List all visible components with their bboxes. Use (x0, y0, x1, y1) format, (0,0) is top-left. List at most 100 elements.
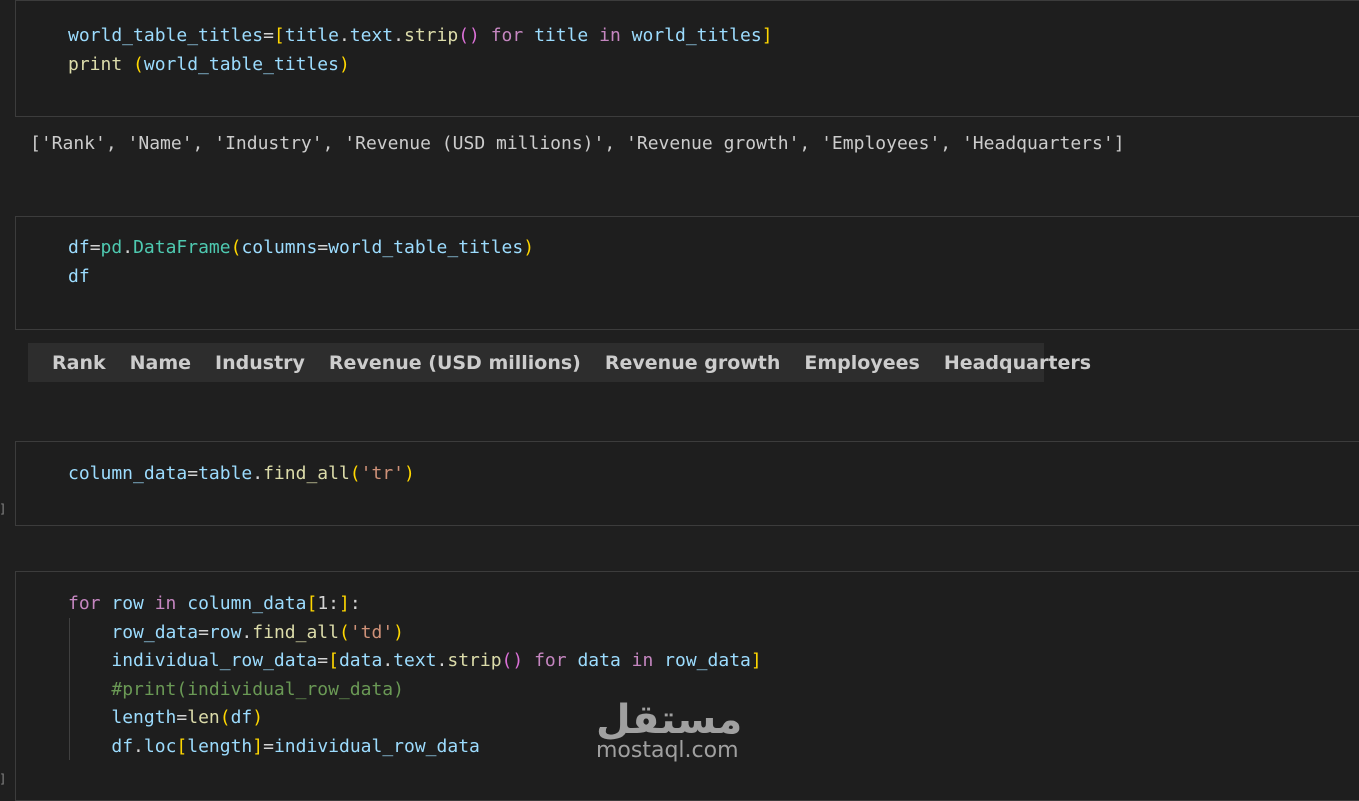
code-token: . (338, 25, 350, 46)
code-token: = (187, 463, 199, 484)
code-token: ) (252, 707, 264, 728)
code-cell-3[interactable]: column_data=table.find_all('tr') (15, 441, 1359, 526)
code-token: 'td' (349, 622, 394, 643)
code-token: [ (306, 593, 318, 614)
code-token: ) (523, 237, 535, 258)
code-token: . (133, 736, 144, 757)
code-token: row (208, 622, 242, 643)
code-token: [ (328, 650, 339, 671)
code-token: ] (750, 650, 762, 671)
code-token: ] (339, 593, 350, 614)
code-token: = (317, 650, 329, 671)
code-token: . (382, 650, 394, 671)
column-header-revenue-growth: Revenue growth (604, 351, 781, 374)
code-token: title (284, 25, 339, 46)
code-token: individual_row_data (111, 650, 318, 671)
code-token: DataFrame (133, 237, 231, 258)
code-line: df.loc[length]=individual_row_data (68, 737, 480, 757)
code-token: 'tr' (360, 463, 404, 484)
code-token: = (89, 237, 101, 258)
column-header-revenue: Revenue (USD millions) (328, 351, 581, 374)
code-token: ) (393, 622, 405, 643)
code-token: = (176, 707, 188, 728)
column-header-name: Name (129, 351, 192, 374)
code-token: strip (447, 650, 502, 671)
code-token: ) (338, 54, 350, 75)
code-token: print (68, 54, 123, 75)
code-token: find_all (252, 622, 339, 643)
code-token: find_all (263, 463, 350, 484)
watermark-latin: mostaql.com (596, 738, 739, 763)
code-token: length (111, 707, 177, 728)
code-token: data (577, 650, 621, 671)
code-token: row_data (111, 622, 199, 643)
code-token: column_data (68, 463, 188, 484)
code-line: print (world_table_titles) (68, 55, 350, 75)
code-token: #print(individual_row_data) (111, 679, 404, 700)
code-token: = (263, 736, 274, 757)
code-token: = (263, 25, 274, 46)
code-token: in (154, 593, 177, 614)
code-token: : (349, 593, 361, 614)
code-token: df (68, 237, 90, 258)
code-token: individual_row_data (273, 736, 480, 757)
code-line: row_data=row.find_all('td') (68, 623, 404, 643)
code-token: ( (338, 622, 350, 643)
code-token: df (68, 266, 90, 287)
column-header-employees: Employees (804, 351, 920, 374)
code-token: ( (230, 237, 242, 258)
code-token: in (631, 650, 654, 671)
watermark-arabic: مستقل (596, 697, 743, 743)
code-token: loc (143, 736, 177, 757)
code-token: world_titles (631, 25, 762, 46)
column-header-headquarters: Headquarters (943, 351, 1092, 374)
column-header-industry: Industry (215, 351, 305, 374)
code-token: row (111, 593, 144, 614)
cell-edge-marker: ] (0, 772, 5, 786)
dataframe-header: Rank Name Industry Revenue (USD millions… (28, 343, 1091, 382)
code-token: () (458, 25, 480, 46)
code-token: title (534, 25, 589, 46)
code-token: row_data (664, 650, 751, 671)
code-line: df=pd.DataFrame(columns=world_table_titl… (68, 238, 534, 258)
code-token: pd (100, 237, 123, 258)
code-token: . (436, 650, 448, 671)
code-token: world_table_titles (328, 237, 524, 258)
code-token: = (317, 237, 329, 258)
code-token: ) (404, 463, 415, 484)
code-token: column_data (187, 593, 307, 614)
code-cell-1[interactable]: world_table_titles=[title.text.strip() f… (15, 0, 1359, 117)
code-token: for (490, 25, 524, 46)
code-token: . (393, 25, 404, 46)
code-token: ( (349, 463, 361, 484)
code-line: individual_row_data=[data.text.strip() f… (68, 650, 762, 671)
code-token: strip (404, 25, 459, 46)
mostaql-watermark: مستقل mostaql.com (596, 700, 742, 764)
code-cell-2[interactable]: df=pd.DataFrame(columns=world_table_titl… (15, 216, 1359, 330)
code-cell-4[interactable]: for row in column_data[1:]: row_data=row… (15, 571, 1359, 801)
code-token: in (599, 25, 621, 46)
code-token: text (393, 650, 437, 671)
code-token: 1: (317, 593, 339, 614)
code-token: = (198, 622, 209, 643)
code-line: for row in column_data[1:]: (68, 594, 361, 614)
code-token: world_table_titles (68, 25, 264, 46)
code-token: for (534, 650, 567, 671)
code-token: df (230, 707, 253, 728)
code-token: ( (133, 54, 144, 75)
code-token: length (187, 736, 253, 757)
code-token: text (349, 25, 394, 46)
